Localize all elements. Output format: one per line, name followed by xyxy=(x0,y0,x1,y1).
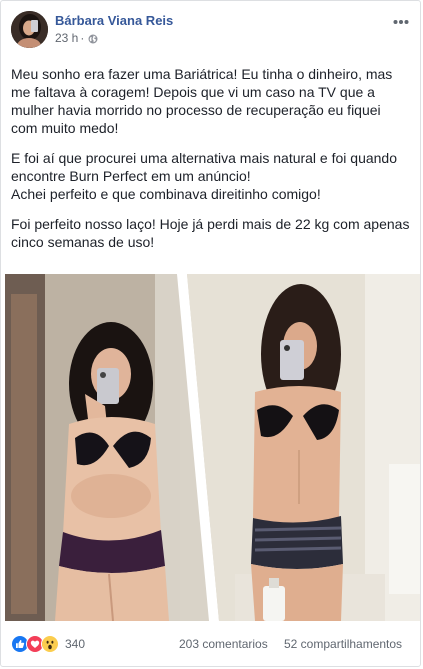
avatar[interactable] xyxy=(11,11,48,48)
paragraph-3: Foi perfeito nosso laço! Hoje já perdi m… xyxy=(11,215,413,251)
wow-icon xyxy=(41,635,59,653)
comments-count-link[interactable]: 203 comentarios xyxy=(179,637,268,651)
reactions-summary[interactable]: 340 xyxy=(11,635,85,653)
text-line: Foi perfeito nosso laço! Hoje já perdi m… xyxy=(11,216,410,232)
paragraph-1: Meu sonho era fazer uma Bariátrica! Eu t… xyxy=(11,65,413,137)
reaction-count: 340 xyxy=(65,637,86,651)
post-text: Meu sonho era fazer uma Bariátrica! Eu t… xyxy=(11,65,413,251)
paragraph-2: E foi aí que procurei uma alternativa ma… xyxy=(11,149,413,203)
post-photo[interactable] xyxy=(5,274,420,621)
post-card: Bárbara Viana Reis 23 h · Meu sonho era … xyxy=(0,0,421,667)
avatar-photo xyxy=(11,11,48,48)
more-horizontal-icon[interactable] xyxy=(393,14,409,24)
text-line: me faltava à coragem! Depois que vi um c… xyxy=(11,84,375,100)
text-line: Meu sonho era fazer uma Bariátrica! Eu t… xyxy=(11,66,393,82)
before-after-photo xyxy=(5,274,420,621)
shares-count-link[interactable]: 52 compartilhamentos xyxy=(284,637,402,651)
globe-icon xyxy=(88,33,98,44)
text-line: E foi aí que procurei uma alternativa ma… xyxy=(11,150,398,166)
text-line: encontre Burn Perfect em um anúncio! xyxy=(11,168,251,184)
post-meta: 23 h · xyxy=(55,31,98,45)
post-header: Bárbara Viana Reis 23 h · xyxy=(11,11,411,51)
post-timestamp[interactable]: 23 h xyxy=(55,31,78,45)
text-line: cinco semanas de uso! xyxy=(11,234,155,250)
text-line: Achei perfeito e que combinava direitinh… xyxy=(11,186,321,202)
author-name[interactable]: Bárbara Viana Reis xyxy=(55,13,173,29)
text-line: mulher havia morrido no processo de recu… xyxy=(11,102,381,118)
meta-separator: · xyxy=(80,31,85,45)
post-footer: 340 203 comentarios 52 compartilhamentos xyxy=(11,633,413,655)
text-line: com muito medo! xyxy=(11,120,119,136)
